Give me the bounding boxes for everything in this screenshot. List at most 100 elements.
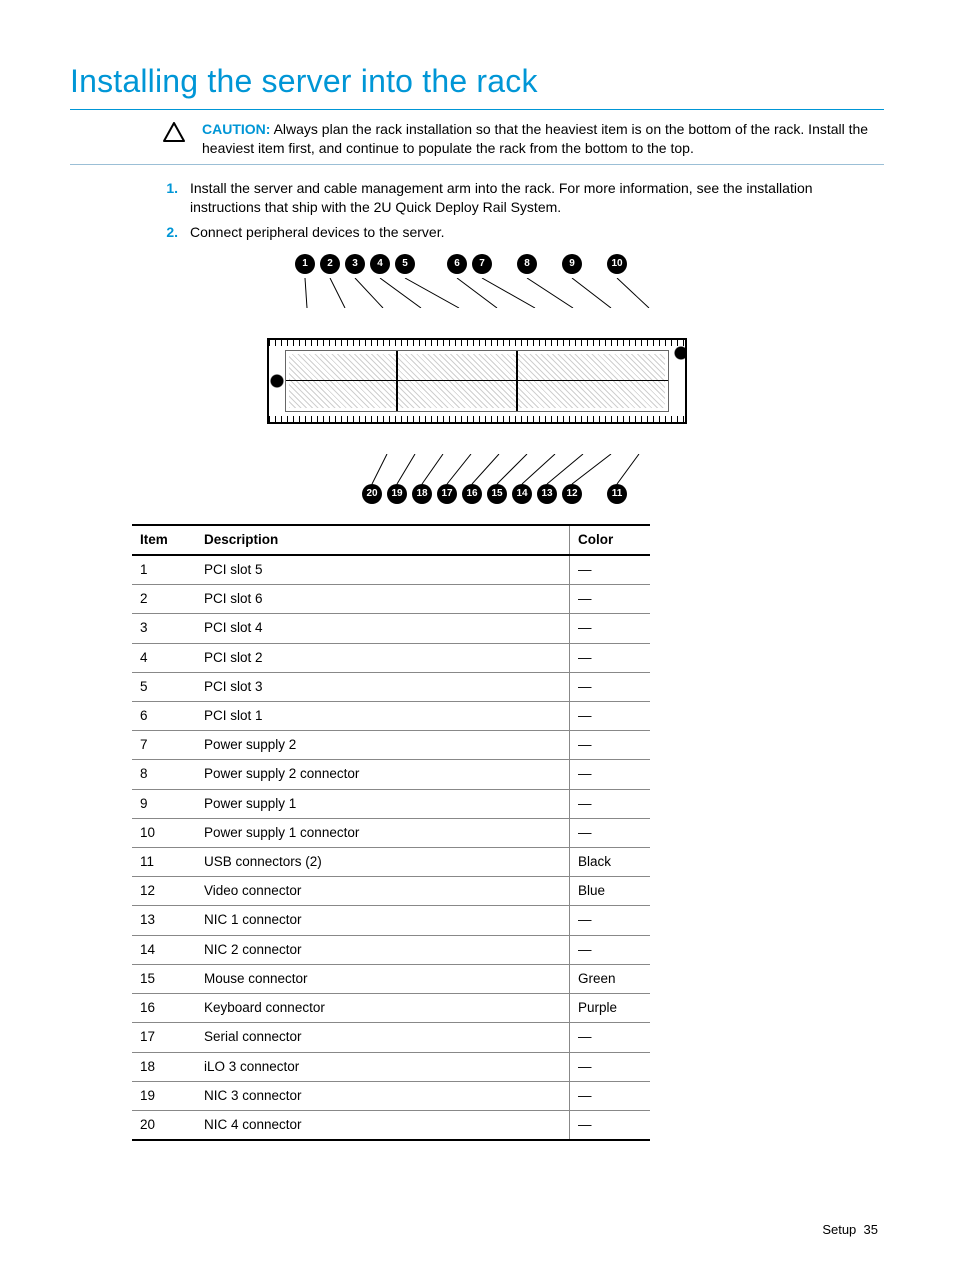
cell-color: — bbox=[570, 1052, 651, 1081]
caution-block: CAUTION: Always plan the rack installati… bbox=[70, 120, 884, 158]
page-footer: Setup 35 bbox=[70, 1221, 884, 1239]
cell-color: — bbox=[570, 1081, 651, 1110]
cell-item: 12 bbox=[132, 877, 196, 906]
table-row: 11USB connectors (2)Black bbox=[132, 848, 650, 877]
cell-item: 17 bbox=[132, 1023, 196, 1052]
cell-desc: Power supply 2 bbox=[196, 731, 570, 760]
cell-item: 19 bbox=[132, 1081, 196, 1110]
table-row: 8Power supply 2 connector— bbox=[132, 760, 650, 789]
cell-item: 16 bbox=[132, 994, 196, 1023]
cell-color: Blue bbox=[570, 877, 651, 906]
cell-color: — bbox=[570, 555, 651, 585]
step-number: 2. bbox=[160, 223, 190, 242]
table-row: 2PCI slot 6— bbox=[132, 585, 650, 614]
cell-color: — bbox=[570, 1023, 651, 1052]
cell-desc: Mouse connector bbox=[196, 964, 570, 993]
rule-top bbox=[70, 109, 884, 110]
cell-item: 15 bbox=[132, 964, 196, 993]
callout-marker: 2 bbox=[320, 254, 340, 274]
cell-color: Green bbox=[570, 964, 651, 993]
cell-item: 6 bbox=[132, 701, 196, 730]
cell-color: Black bbox=[570, 848, 651, 877]
cell-item: 4 bbox=[132, 643, 196, 672]
cell-desc: NIC 2 connector bbox=[196, 935, 570, 964]
cell-item: 1 bbox=[132, 555, 196, 585]
cell-desc: NIC 1 connector bbox=[196, 906, 570, 935]
cell-color: Purple bbox=[570, 994, 651, 1023]
cell-desc: PCI slot 1 bbox=[196, 701, 570, 730]
table-row: 17Serial connector— bbox=[132, 1023, 650, 1052]
table-row: 7Power supply 2— bbox=[132, 731, 650, 760]
rule-bottom bbox=[70, 164, 884, 165]
table-row: 10Power supply 1 connector— bbox=[132, 818, 650, 847]
cell-item: 2 bbox=[132, 585, 196, 614]
callout-marker: 10 bbox=[607, 254, 627, 274]
table-row: 6PCI slot 1— bbox=[132, 701, 650, 730]
leader-lines-top bbox=[267, 278, 687, 308]
cell-color: — bbox=[570, 906, 651, 935]
table-row: 18iLO 3 connector— bbox=[132, 1052, 650, 1081]
table-row: 13NIC 1 connector— bbox=[132, 906, 650, 935]
cell-desc: Serial connector bbox=[196, 1023, 570, 1052]
cell-item: 8 bbox=[132, 760, 196, 789]
callout-marker: 12 bbox=[562, 484, 582, 504]
table-row: 12Video connectorBlue bbox=[132, 877, 650, 906]
step-item: 1. Install the server and cable manageme… bbox=[160, 179, 884, 217]
table-row: 5PCI slot 3— bbox=[132, 672, 650, 701]
callout-marker: 3 bbox=[345, 254, 365, 274]
cell-desc: NIC 4 connector bbox=[196, 1111, 570, 1141]
th-color: Color bbox=[570, 525, 651, 555]
table-row: 1PCI slot 5— bbox=[132, 555, 650, 585]
callout-marker: 8 bbox=[517, 254, 537, 274]
table-row: 15Mouse connectorGreen bbox=[132, 964, 650, 993]
callout-marker: 14 bbox=[512, 484, 532, 504]
th-desc: Description bbox=[196, 525, 570, 555]
cell-item: 11 bbox=[132, 848, 196, 877]
table-row: 3PCI slot 4— bbox=[132, 614, 650, 643]
cell-item: 9 bbox=[132, 789, 196, 818]
callout-marker: 13 bbox=[537, 484, 557, 504]
cell-item: 18 bbox=[132, 1052, 196, 1081]
step-text: Install the server and cable management … bbox=[190, 179, 884, 217]
cell-item: 5 bbox=[132, 672, 196, 701]
page-title: Installing the server into the rack bbox=[70, 60, 884, 103]
step-item: 2. Connect peripheral devices to the ser… bbox=[160, 223, 884, 242]
cell-color: — bbox=[570, 818, 651, 847]
cell-desc: Power supply 1 connector bbox=[196, 818, 570, 847]
callout-marker: 20 bbox=[362, 484, 382, 504]
cell-desc: Video connector bbox=[196, 877, 570, 906]
callout-marker: 4 bbox=[370, 254, 390, 274]
server-chassis bbox=[267, 338, 687, 424]
cell-color: — bbox=[570, 643, 651, 672]
cell-color: — bbox=[570, 701, 651, 730]
cell-item: 13 bbox=[132, 906, 196, 935]
cell-item: 14 bbox=[132, 935, 196, 964]
callout-marker: 6 bbox=[447, 254, 467, 274]
callout-marker: 11 bbox=[607, 484, 627, 504]
cell-desc: PCI slot 2 bbox=[196, 643, 570, 672]
cell-desc: Power supply 1 bbox=[196, 789, 570, 818]
cell-desc: PCI slot 5 bbox=[196, 555, 570, 585]
table-row: 16Keyboard connectorPurple bbox=[132, 994, 650, 1023]
callout-marker: 19 bbox=[387, 484, 407, 504]
cell-color: — bbox=[570, 585, 651, 614]
caution-icon bbox=[160, 120, 188, 142]
steps-list: 1. Install the server and cable manageme… bbox=[70, 179, 884, 242]
table-row: 20NIC 4 connector— bbox=[132, 1111, 650, 1141]
callout-marker: 16 bbox=[462, 484, 482, 504]
cell-color: — bbox=[570, 731, 651, 760]
cell-desc: PCI slot 4 bbox=[196, 614, 570, 643]
server-rear-diagram: 12345678910 20191817161514131211 bbox=[267, 254, 687, 508]
leader-lines-bottom bbox=[267, 454, 687, 484]
cell-item: 7 bbox=[132, 731, 196, 760]
callout-marker: 5 bbox=[395, 254, 415, 274]
cell-color: — bbox=[570, 935, 651, 964]
callouts-bottom-row: 20191817161514131211 bbox=[267, 484, 687, 508]
cell-item: 3 bbox=[132, 614, 196, 643]
caution-text: Always plan the rack installation so tha… bbox=[202, 121, 868, 156]
cell-color: — bbox=[570, 614, 651, 643]
cell-color: — bbox=[570, 1111, 651, 1141]
callout-marker: 7 bbox=[472, 254, 492, 274]
callout-marker: 9 bbox=[562, 254, 582, 274]
caution-label: CAUTION: bbox=[202, 121, 270, 137]
